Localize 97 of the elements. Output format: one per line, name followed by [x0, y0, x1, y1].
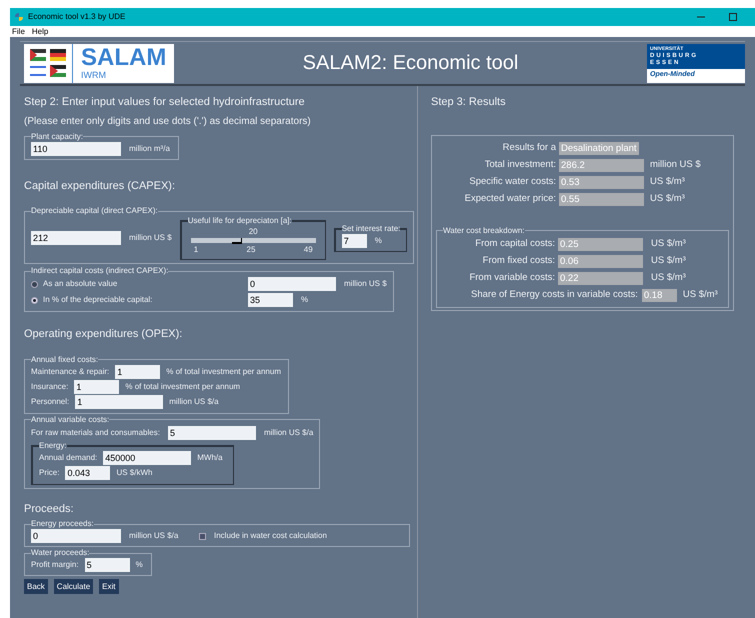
checkbox-label: Include in water cost calculation: [214, 530, 327, 542]
input-field[interactable]: 5: [84, 558, 130, 572]
unit-label: US $/kWh: [116, 467, 152, 479]
action-button[interactable]: Back: [24, 579, 48, 594]
result-value: 0.25: [558, 238, 643, 250]
unit-label: million US $: [129, 232, 172, 244]
unit-label: %: [374, 235, 382, 247]
menu-item[interactable]: Help: [32, 26, 48, 38]
slider-track[interactable]: [190, 238, 316, 243]
input-field[interactable]: 0: [248, 277, 336, 291]
field-label: Insurance:: [31, 381, 68, 393]
radio-button[interactable]: [31, 280, 38, 288]
group-label: Useful life for depreciaton [a]:: [188, 216, 292, 225]
group-label: Energy:: [39, 440, 67, 450]
unit-label: million US $/a: [129, 530, 180, 542]
result-value: 286.2: [559, 158, 644, 172]
logo-text: SALAM: [81, 46, 166, 70]
unit-label: US $/m³: [651, 254, 686, 268]
unit-label: million US $/a: [264, 426, 314, 438]
input-field[interactable]: 5: [168, 426, 256, 440]
unit-label: US $/m³: [682, 288, 718, 302]
input-field[interactable]: 1: [74, 380, 120, 394]
unit-label: %: [136, 559, 143, 571]
result-label: Share of Energy costs in variable costs:: [471, 288, 638, 302]
group-label: Water proceeds:: [31, 548, 90, 557]
unit-label: % of total investment per annum: [166, 366, 281, 378]
input-field[interactable]: 212: [31, 231, 121, 245]
unit-label: million US $/a: [169, 396, 219, 408]
result-value: Desalination plant: [559, 142, 639, 154]
input-field[interactable]: 7: [342, 234, 367, 248]
unit-label: MWh/a: [197, 452, 223, 464]
group-label: Depreciable capital (direct CAPEX):: [31, 206, 158, 215]
unit-label: % of total investment per annum: [125, 381, 240, 393]
input-field[interactable]: 0.043: [65, 466, 110, 480]
unit-label: US $/m³: [650, 192, 685, 206]
section-title: Step 3: Results: [431, 95, 507, 110]
field-label: Maintenance & repair:: [31, 366, 110, 378]
tick-label: 25: [246, 244, 256, 256]
input-field[interactable]: 1: [75, 395, 164, 409]
unit-label: US $/m³: [651, 236, 686, 251]
group-label: Water cost breakdown:: [443, 226, 525, 234]
result-value: 0.53: [559, 176, 644, 188]
input-field[interactable]: 450000: [103, 451, 192, 465]
result-label: From variable costs:: [468, 270, 555, 285]
section-heading: Operating expenditures (OPEX):: [24, 327, 184, 342]
section-heading: Proceeds:: [24, 502, 75, 516]
app-title: SALAM2: Economic tool: [302, 51, 518, 76]
field-label: Price:: [39, 467, 60, 479]
result-label: Expected water price:: [464, 192, 556, 206]
tick-label: 1: [194, 244, 198, 256]
result-label: From fixed costs:: [482, 254, 555, 268]
slider-thumb[interactable]: [232, 238, 242, 244]
group-label: Plant capacity:: [31, 132, 84, 140]
logo-subtext: IWRM: [81, 70, 107, 80]
field-label: Personnel:: [31, 396, 70, 408]
group-label: Energy proceeds:: [31, 519, 94, 528]
group-label: Set interest rate:: [342, 224, 400, 233]
input-field[interactable]: 0: [31, 529, 121, 543]
checkbox[interactable]: [199, 532, 206, 540]
menu-item[interactable]: File: [12, 26, 25, 38]
unit-label: million US $: [344, 278, 387, 290]
result-label: Specific water costs:: [468, 174, 556, 189]
group-label: Annual variable costs:: [31, 414, 110, 424]
result-label: From capital costs:: [474, 236, 555, 251]
result-value: 0.18: [642, 288, 677, 302]
result-value: 0.22: [558, 272, 643, 284]
result-label: Results for a: [502, 140, 556, 155]
input-field[interactable]: 1: [115, 365, 160, 379]
input-field[interactable]: 110: [31, 142, 121, 156]
section-title: Step 2: Enter input values for selected hydroinfrastructure: [24, 95, 306, 110]
result-value: 0.06: [558, 254, 643, 268]
group-label: Indirect capital costs (indirect CAPEX):: [31, 266, 168, 275]
field-label: For raw materials and consumables:: [31, 426, 160, 438]
radio-label: In % of the depreciable capital:: [43, 294, 154, 306]
unit-label: %: [301, 294, 308, 306]
group-label: Annual fixed costs:: [31, 354, 98, 364]
tick-label: 49: [304, 244, 313, 256]
unit-label: million m³/a: [129, 142, 170, 154]
action-button[interactable]: Exit: [99, 579, 118, 594]
unit-label: US $/m³: [651, 270, 686, 285]
slider-value: 20: [248, 226, 258, 238]
field-label: Profit margin:: [31, 559, 79, 571]
unit-label: million US $: [650, 158, 701, 172]
hint-text: (Please enter only digits and use dots ('.') as decimal separators): [24, 114, 312, 128]
radio-button[interactable]: [31, 296, 38, 304]
input-field[interactable]: 35: [248, 293, 293, 307]
flags-drawing: [30, 48, 66, 78]
maximize-icon[interactable]: [729, 13, 737, 21]
app-icon: [14, 12, 24, 22]
unit-label: US $/m³: [650, 174, 685, 189]
window-title: Economic tool v1.3 by UDE: [28, 11, 126, 23]
section-heading: Capital expenditures (CAPEX):: [24, 178, 176, 194]
radio-label: As an absolute value: [43, 278, 118, 290]
result-value: 0.55: [559, 192, 644, 206]
action-button[interactable]: Calculate: [54, 579, 94, 594]
result-label: Total investment:: [484, 158, 556, 172]
field-label: Annual demand:: [39, 452, 98, 464]
